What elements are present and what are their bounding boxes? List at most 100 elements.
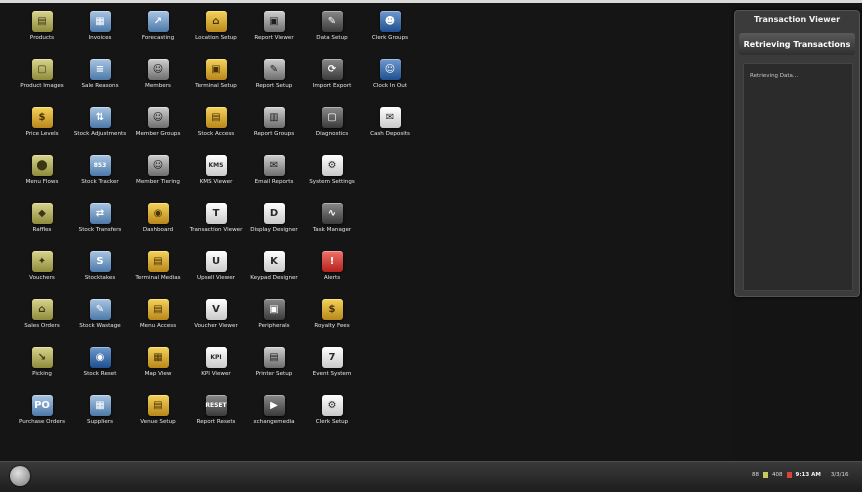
desktop-shortcut[interactable]: ▣ Peripherals bbox=[245, 297, 303, 345]
desktop-shortcut[interactable]: $ Royalty Fees bbox=[303, 297, 361, 345]
keypad-designer-icon: K bbox=[263, 251, 285, 272]
members-icon: ☺ bbox=[147, 59, 169, 80]
desktop-shortcut[interactable]: ✎ Report Setup bbox=[245, 57, 303, 105]
desktop-shortcut[interactable]: ☺ Clock In Out bbox=[361, 57, 419, 105]
desktop-shortcut[interactable]: ☺ Member Groups bbox=[129, 105, 187, 153]
desktop-shortcut[interactable]: ▦ Map View bbox=[129, 345, 187, 393]
window-title: Transaction Viewer bbox=[753, 15, 841, 24]
icon-glyph: ▦ bbox=[153, 351, 163, 363]
desktop-shortcut[interactable]: ☺ Members bbox=[129, 57, 187, 105]
desktop-shortcut[interactable]: ✦ Vouchers bbox=[13, 249, 71, 297]
desktop-shortcut[interactable]: ▢ Diagnostics bbox=[303, 105, 361, 153]
tray-indicator-icon[interactable] bbox=[763, 472, 768, 478]
desktop-shortcut[interactable]: RESET Report Resets bbox=[187, 393, 245, 441]
desktop-shortcut[interactable]: ☻ Clerk Groups bbox=[361, 9, 419, 57]
desktop-shortcut[interactable]: ▦ Suppliers bbox=[71, 393, 129, 441]
stocktakes-icon: S bbox=[89, 251, 111, 272]
tray-alert-icon[interactable] bbox=[786, 472, 792, 478]
desktop-shortcut[interactable]: ☺ Member Tiering bbox=[129, 153, 187, 201]
desktop-shortcut[interactable]: S Stocktakes bbox=[71, 249, 129, 297]
desktop-shortcut[interactable]: ◆ Raffles bbox=[13, 201, 71, 249]
desktop-shortcut[interactable]: ◉ Stock Reset bbox=[71, 345, 129, 393]
icon-glyph: ◆ bbox=[38, 207, 46, 219]
icon-glyph: D bbox=[269, 207, 279, 219]
icon-glyph: ☺ bbox=[384, 63, 396, 75]
desktop-shortcut[interactable]: ✉ Cash Deposits bbox=[361, 105, 419, 153]
empty-slot bbox=[361, 297, 419, 345]
desktop-shortcut[interactable]: ▤ Printer Setup bbox=[245, 345, 303, 393]
desktop-shortcut[interactable]: T Transaction Viewer bbox=[187, 201, 245, 249]
shortcut-label: Price Levels bbox=[25, 131, 59, 137]
desktop-shortcut[interactable]: ↘ Picking bbox=[13, 345, 71, 393]
desktop-shortcut[interactable]: ◉ Dashboard bbox=[129, 201, 187, 249]
desktop-shortcut[interactable]: ∿ Task Manager bbox=[303, 201, 361, 249]
desktop-shortcut[interactable]: ▢ Product Images bbox=[13, 57, 71, 105]
shortcut-label: Map View bbox=[144, 371, 172, 377]
transaction-viewer-window[interactable]: Transaction Viewer Retrieving Transactio… bbox=[734, 10, 860, 297]
desktop-shortcut[interactable]: ✉ Email Reports bbox=[245, 153, 303, 201]
desktop-shortcut[interactable]: ⚙ Clerk Setup bbox=[303, 393, 361, 441]
desktop-shortcut[interactable]: KMS KMS Viewer bbox=[187, 153, 245, 201]
desktop-shortcut[interactable]: ⌂ Location Setup bbox=[187, 9, 245, 57]
desktop-shortcut[interactable]: ▤ Products bbox=[13, 9, 71, 57]
email-reports-icon: ✉ bbox=[263, 155, 285, 176]
icon-glyph: ⟳ bbox=[327, 63, 337, 75]
icon-glyph: ▥ bbox=[269, 111, 279, 123]
clock-time[interactable]: 9:13 AM bbox=[796, 472, 821, 478]
report-groups-icon: ▥ bbox=[263, 107, 285, 128]
desktop-shortcut[interactable]: PO Purchase Orders bbox=[13, 393, 71, 441]
desktop-shortcut[interactable]: ! Alerts bbox=[303, 249, 361, 297]
desktop-shortcut[interactable]: ▤ Stock Access bbox=[187, 105, 245, 153]
desktop-shortcut[interactable]: U Upsell Viewer bbox=[187, 249, 245, 297]
shortcut-label: Invoices bbox=[88, 35, 112, 41]
peripherals-icon: ▣ bbox=[263, 299, 285, 320]
desktop-shortcut[interactable]: ⚙ System Settings bbox=[303, 153, 361, 201]
desktop-shortcut[interactable]: D Display Designer bbox=[245, 201, 303, 249]
desktop-shortcut[interactable]: ▦ Invoices bbox=[71, 9, 129, 57]
xchangemedia-icon: ▶ bbox=[263, 395, 285, 416]
shortcut-label: Stock Transfers bbox=[78, 227, 122, 233]
menu-access-icon: ▤ bbox=[147, 299, 169, 320]
start-button[interactable] bbox=[10, 466, 30, 486]
desktop-shortcut[interactable]: ▤ Terminal Medias bbox=[129, 249, 187, 297]
icon-glyph: PO bbox=[34, 399, 50, 411]
sale-reasons-icon: ≡ bbox=[89, 59, 111, 80]
desktop-shortcut[interactable]: ▥ Report Groups bbox=[245, 105, 303, 153]
desktop-shortcut[interactable]: ▤ Venue Setup bbox=[129, 393, 187, 441]
raffles-icon: ◆ bbox=[31, 203, 53, 224]
desktop-shortcut[interactable]: ▣ Terminal Setup bbox=[187, 57, 245, 105]
shortcut-label: Terminal Medias bbox=[135, 275, 181, 281]
icon-glyph: ▢ bbox=[327, 111, 337, 123]
shortcut-label: Peripherals bbox=[258, 323, 290, 329]
desktop-shortcut[interactable]: ✎ Stock Wastage bbox=[71, 297, 129, 345]
desktop-shortcut[interactable]: ▤ Menu Access bbox=[129, 297, 187, 345]
desktop-shortcut[interactable]: ⇅ Stock Adjustments bbox=[71, 105, 129, 153]
empty-slot bbox=[361, 153, 419, 201]
desktop-shortcut[interactable]: ⬤ Menu Flows bbox=[13, 153, 71, 201]
desktop-shortcut[interactable]: 7 Event System bbox=[303, 345, 361, 393]
desktop-shortcut[interactable]: V Voucher Viewer bbox=[187, 297, 245, 345]
desktop-shortcut[interactable]: ▶ xchangemedia bbox=[245, 393, 303, 441]
shortcut-label: Report Resets bbox=[196, 419, 236, 425]
icon-glyph: ⬤ bbox=[36, 159, 48, 171]
desktop-shortcut[interactable]: ⌂ Sales Orders bbox=[13, 297, 71, 345]
desktop-shortcut[interactable]: ▣ Report Viewer bbox=[245, 9, 303, 57]
shortcut-label: System Settings bbox=[309, 179, 355, 185]
desktop-shortcut[interactable]: $ Price Levels bbox=[13, 105, 71, 153]
desktop-shortcut[interactable]: ⟳ Import Export bbox=[303, 57, 361, 105]
desktop-shortcut[interactable]: 853 Stock Tracker bbox=[71, 153, 129, 201]
desktop-shortcut[interactable]: K Keypad Designer bbox=[245, 249, 303, 297]
desktop-shortcut[interactable]: KPI KPI Viewer bbox=[187, 345, 245, 393]
member-groups-icon: ☺ bbox=[147, 107, 169, 128]
shortcut-label: Vouchers bbox=[29, 275, 55, 281]
dashboard-icon: ◉ bbox=[147, 203, 169, 224]
icon-glyph: ✦ bbox=[37, 255, 47, 267]
desktop-shortcut[interactable]: ↗ Forecasting bbox=[129, 9, 187, 57]
desktop-shortcut[interactable]: ✎ Data Setup bbox=[303, 9, 361, 57]
empty-slot bbox=[361, 201, 419, 249]
desktop-shortcut[interactable]: ≡ Sale Reasons bbox=[71, 57, 129, 105]
desktop-shortcut[interactable]: ⇄ Stock Transfers bbox=[71, 201, 129, 249]
diagnostics-icon: ▢ bbox=[321, 107, 343, 128]
report-setup-icon: ✎ bbox=[263, 59, 285, 80]
clock-date[interactable]: 3/3/16 bbox=[831, 472, 849, 478]
